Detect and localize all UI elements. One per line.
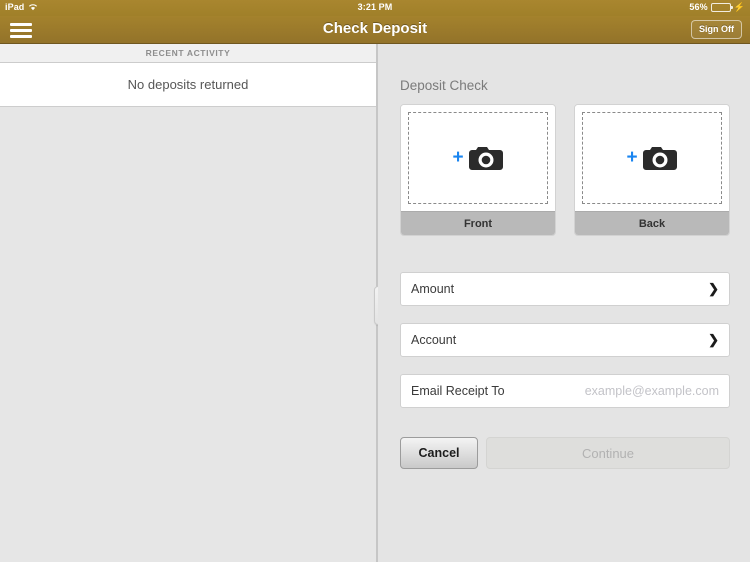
check-capture-cards: + Front + Back xyxy=(400,104,730,236)
dashed-frame: + xyxy=(582,112,722,204)
capture-card-label-front: Front xyxy=(401,211,555,235)
sign-off-button[interactable]: Sign Off xyxy=(691,20,742,39)
capture-card-back[interactable]: + Back xyxy=(574,104,730,236)
chevron-right-icon: ❯ xyxy=(708,281,719,296)
capture-card-label-back: Back xyxy=(575,211,729,235)
status-bar-right: 56% ⚡ xyxy=(689,2,745,12)
camera-icon xyxy=(641,144,678,172)
status-bar: iPad 3:21 PM 56% ⚡ xyxy=(0,0,750,16)
status-bar-time: 3:21 PM xyxy=(357,2,393,12)
battery-percent: 56% xyxy=(689,2,708,12)
deposit-form: Amount ❯ Account ❯ Email Receipt To exam… xyxy=(400,272,730,425)
email-receipt-placeholder: example@example.com xyxy=(584,384,719,398)
plus-icon: + xyxy=(626,146,638,168)
account-field[interactable]: Account ❯ xyxy=(400,323,730,357)
navigation-bar: Check Deposit Sign Off xyxy=(0,16,750,44)
amount-label: Amount xyxy=(411,282,455,296)
lightning-bolt-icon: ⚡ xyxy=(733,1,745,12)
capture-card-front[interactable]: + Front xyxy=(400,104,556,236)
continue-button: Continue xyxy=(486,437,730,469)
email-receipt-label: Email Receipt To xyxy=(411,384,505,398)
dashed-frame: + xyxy=(408,112,548,204)
action-buttons: Cancel Continue xyxy=(400,437,730,469)
deposit-check-title: Deposit Check xyxy=(400,78,488,93)
recent-activity-header: RECENT ACTIVITY xyxy=(0,44,376,63)
camera-icon xyxy=(467,144,504,172)
no-deposits-row: No deposits returned xyxy=(0,63,376,107)
app-root: iPad 3:21 PM 56% ⚡ Check Deposit Sign Of… xyxy=(0,0,750,562)
chevron-right-icon: ❯ xyxy=(708,332,719,347)
cancel-button[interactable]: Cancel xyxy=(400,437,478,469)
battery-icon xyxy=(710,2,733,12)
plus-icon: + xyxy=(452,146,464,168)
capture-area-front[interactable]: + xyxy=(401,105,555,211)
page-title: Check Deposit xyxy=(322,20,428,37)
deposit-check-panel: Deposit Check + Front + Back Amount ❯ Ac… xyxy=(378,44,750,562)
capture-area-back[interactable]: + xyxy=(575,105,729,211)
email-receipt-field[interactable]: Email Receipt To example@example.com xyxy=(400,374,730,408)
recent-activity-panel: RECENT ACTIVITY No deposits returned xyxy=(0,44,376,562)
account-label: Account xyxy=(411,333,457,347)
amount-field[interactable]: Amount ❯ xyxy=(400,272,730,306)
